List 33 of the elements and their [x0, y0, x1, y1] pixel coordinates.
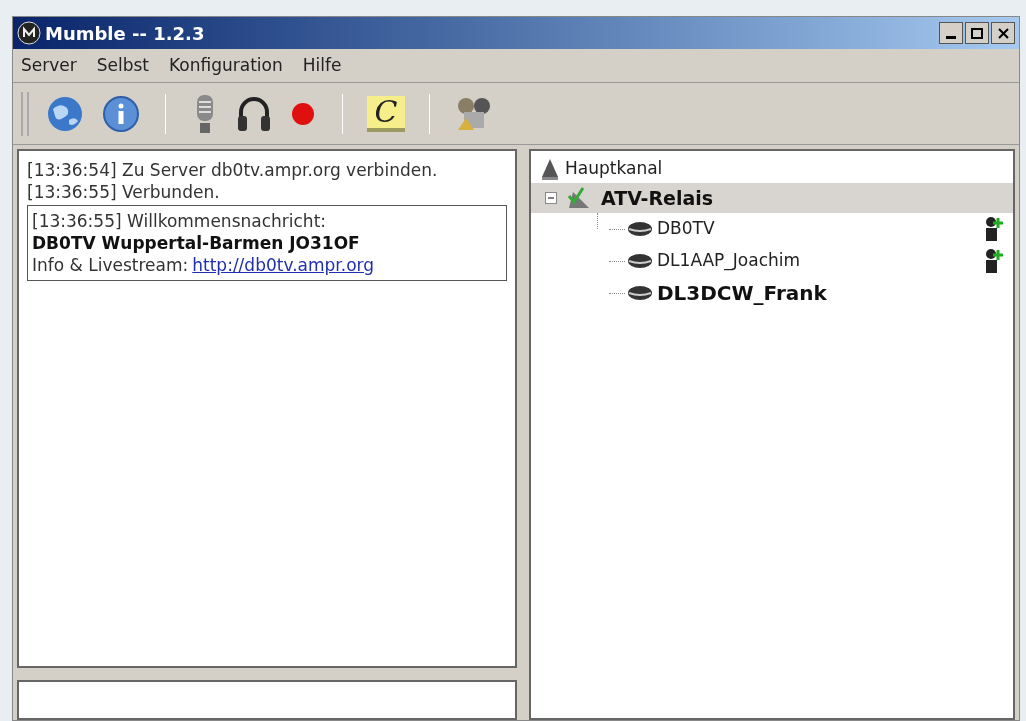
channel-row[interactable]: ATV-Relais — [531, 183, 1013, 213]
collapse-icon[interactable] — [545, 192, 557, 204]
channel-icon — [539, 157, 561, 181]
close-icon — [997, 27, 1009, 39]
menu-item[interactable]: Hilfe — [302, 52, 342, 79]
close-button[interactable] — [991, 22, 1015, 44]
welcome-line: [13:36:55] Willkommensnachricht: — [32, 210, 328, 232]
channel-name: ATV-Relais — [601, 185, 714, 211]
comment-button[interactable]: C — [367, 95, 405, 132]
app-logo-icon — [17, 21, 41, 45]
user-name[interactable]: DB0TV — [657, 216, 715, 242]
chat-input-field[interactable] — [17, 680, 517, 720]
lips-icon — [627, 253, 653, 269]
minimize-icon — [946, 36, 956, 39]
lips-icon — [627, 221, 653, 237]
menu-item[interactable]: Konfiguration — [169, 52, 283, 79]
channel-name[interactable]: Hauptkanal — [565, 156, 663, 182]
lips-icon — [627, 285, 653, 301]
log-line: [13:36:54] Zu Server db0tv.ampr.org verbinden. — [27, 159, 439, 181]
user-name[interactable]: DL3DCW_Frank — [657, 278, 827, 308]
menu-item[interactable]: Server — [21, 52, 77, 79]
log-line: [13:36:55] Verbunden. — [27, 181, 221, 203]
livestream-link[interactable]: http://db0tv.ampr.org — [192, 254, 375, 276]
info-icon[interactable] — [101, 93, 141, 134]
toolbar-grip[interactable] — [21, 91, 29, 136]
welcome-headline: DB0TV Wuppertal-Barmen JO31OF — [32, 232, 361, 254]
maximize-button[interactable] — [965, 22, 989, 44]
window-title: Mumble -- 1.2.3 — [45, 21, 205, 46]
user-name[interactable]: DL1AAP_Joachim — [657, 248, 801, 274]
menu-item[interactable]: Selbst — [96, 52, 150, 79]
info-label: Info & Livestream: — [32, 254, 189, 276]
minimize-button[interactable] — [939, 22, 963, 44]
maximize-icon — [971, 27, 983, 39]
